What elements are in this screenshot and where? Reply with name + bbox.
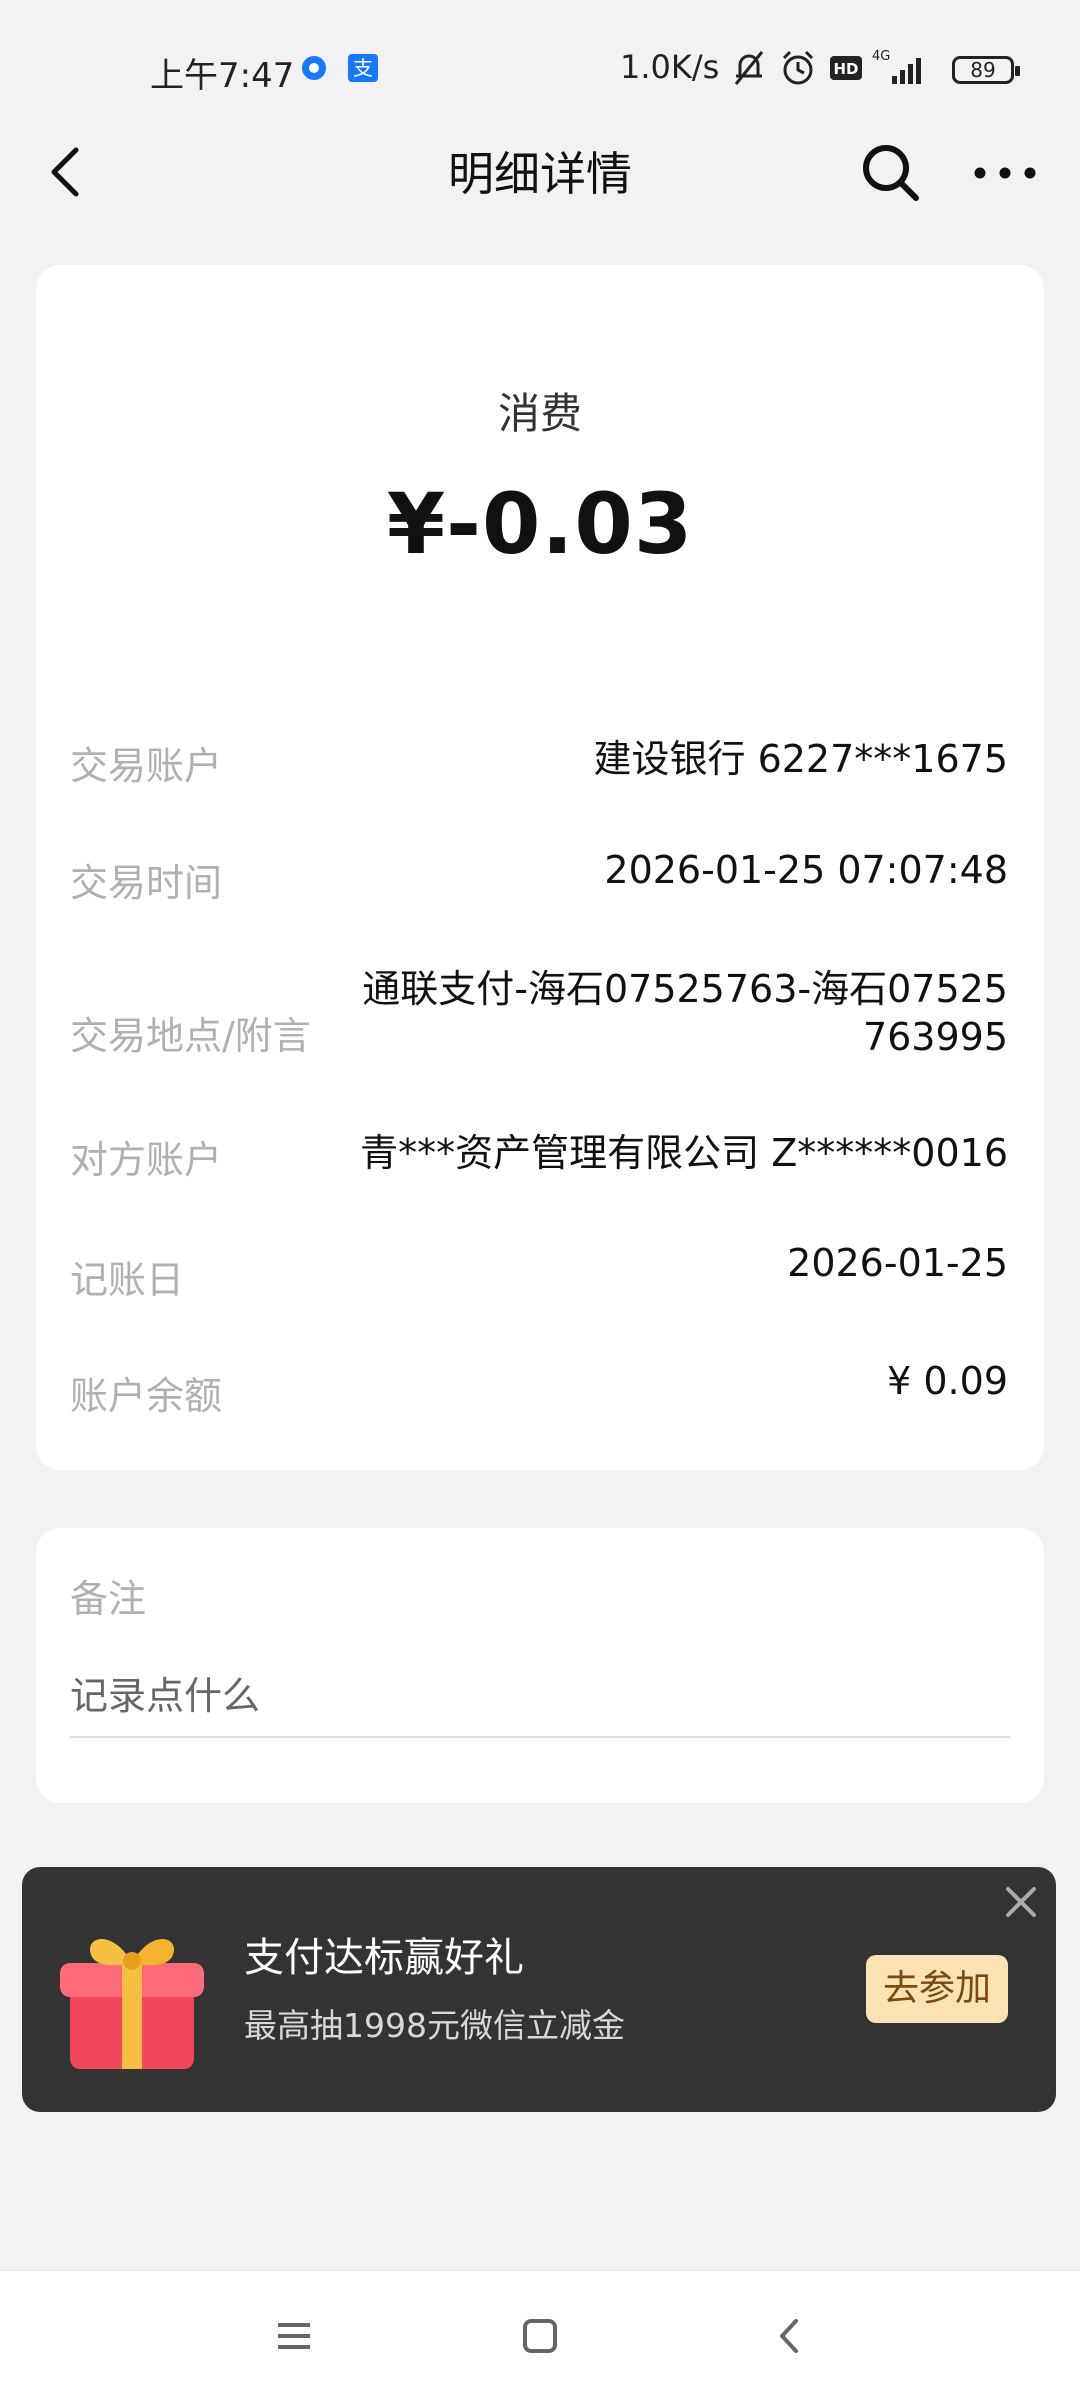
- top-nav-bar: 明细详情: [0, 120, 1080, 220]
- promo-subtitle: 最高抽1998元微信立减金: [244, 2006, 625, 2045]
- home-icon[interactable]: [510, 2311, 570, 2361]
- gift-icon: [60, 1938, 204, 2069]
- detail-label: 对方账户: [70, 1138, 223, 1182]
- detail-label: 交易地点/附言: [70, 1014, 311, 1058]
- hd-icon: HD: [830, 56, 862, 80]
- note-title: 备注: [70, 1577, 147, 1621]
- note-input[interactable]: [70, 1656, 1010, 1738]
- network-type: 4G: [872, 49, 890, 64]
- system-navigation-bar: [0, 2270, 1080, 2401]
- detail-value: ¥ 0.09: [887, 1359, 1008, 1403]
- transaction-type: 消费: [497, 389, 582, 438]
- join-button[interactable]: 去参加: [866, 1955, 1008, 2023]
- promo-banner[interactable]: 支付达标赢好礼 最高抽1998元微信立减金 去参加: [22, 1867, 1056, 2112]
- detail-value: 2026-01-25 07:07:48: [604, 848, 1008, 892]
- transaction-amount: ¥-0.03: [386, 475, 694, 573]
- signal-icon: 4G: [872, 49, 921, 84]
- detail-label: 交易时间: [70, 861, 223, 905]
- alipay-icon: 支: [348, 54, 378, 82]
- alarm-icon: [782, 50, 814, 85]
- more-icon[interactable]: [970, 148, 1040, 198]
- detail-label: 交易账户: [70, 744, 223, 788]
- note-card: 备注: [36, 1528, 1044, 1803]
- detail-label: 记账日: [70, 1258, 185, 1302]
- detail-value: 青***资产管理有限公司 Z******0016: [360, 1131, 1008, 1175]
- menu-icon[interactable]: [264, 2311, 324, 2361]
- status-time: 上午7:47: [150, 56, 295, 96]
- back-icon[interactable]: [760, 2311, 820, 2361]
- detail-value-line2: 763995: [862, 1015, 1008, 1059]
- promo-title: 支付达标赢好礼: [244, 1935, 524, 1981]
- svg-text:HD: HD: [833, 60, 858, 78]
- detail-label: 账户余额: [70, 1374, 223, 1418]
- mute-bell-icon: [734, 51, 764, 85]
- blue-circle-app-icon: [302, 56, 326, 80]
- close-icon[interactable]: [996, 1877, 1046, 1927]
- battery-icon: 89: [952, 56, 1020, 84]
- transaction-detail-card: 消费 ¥-0.03 交易账户 建设银行 6227***1675 交易时间 202…: [36, 265, 1044, 1470]
- search-icon[interactable]: [858, 140, 922, 204]
- network-speed: 1.0K/s: [620, 48, 720, 86]
- detail-value-line1: 通联支付-海石07525763-海石07525: [362, 967, 1008, 1011]
- detail-value: 建设银行 6227***1675: [593, 737, 1009, 781]
- detail-value: 2026-01-25: [787, 1241, 1008, 1285]
- status-bar: 上午7:47 支 1.0K/s HD 4G 89: [0, 0, 1080, 140]
